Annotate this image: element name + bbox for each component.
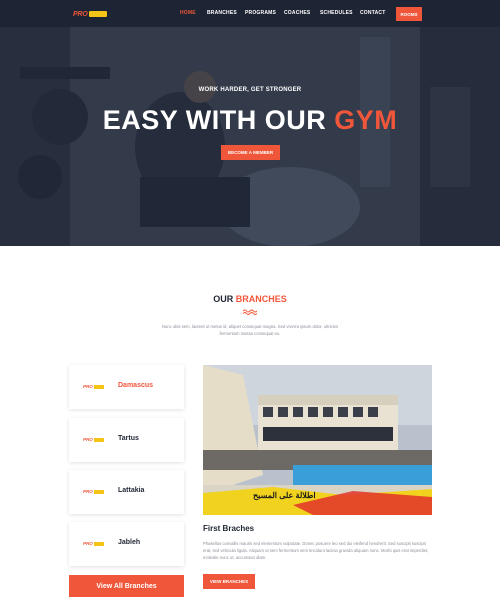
branch-logo-text: PRO <box>83 489 93 494</box>
photo-caption: اطلالة على المسبح <box>253 491 316 500</box>
branches-description: Nunc ubis sem, laoreet ut metus id, aliq… <box>161 324 339 336</box>
branch-detail-description: Phasellus convallis mauris sed elementum… <box>203 541 429 560</box>
logo-text: PRO <box>73 10 88 18</box>
branch-logo: PRO <box>83 437 104 442</box>
branch-building-image <box>203 365 432 515</box>
branch-name: Tartus <box>118 435 139 442</box>
branch-card-lattakia[interactable]: PRO Lattakia <box>69 470 184 514</box>
branch-logo-text: PRO <box>83 384 93 389</box>
nav-home[interactable]: HOME <box>180 10 196 16</box>
nav-coaches[interactable]: COACHES <box>284 10 310 16</box>
branch-name: Lattakia <box>118 487 145 494</box>
branch-card-damascus[interactable]: PRO Damascus <box>69 365 184 409</box>
hero-section: WORK HARDER, GET STRONGER EASY WITH OUR … <box>0 27 500 246</box>
branch-photo: اطلالة على المسبح <box>203 365 432 515</box>
branches-section-title: OUR BRANCHES <box>0 294 500 304</box>
site-logo[interactable]: PRO <box>73 10 111 18</box>
nav-programs[interactable]: PROGRAMS <box>245 10 276 16</box>
branches-title-main: OUR <box>213 294 236 304</box>
hero-title-main: EASY WITH OUR <box>102 105 335 135</box>
branch-logo: PRO <box>83 541 104 546</box>
branch-name: Jableh <box>118 539 141 546</box>
branch-name: Damascus <box>118 382 154 389</box>
view-all-branches-button[interactable]: View All Branches <box>69 575 184 597</box>
nav-schedules[interactable]: SCHEDULES <box>320 10 353 16</box>
branch-logo: PRO <box>83 489 104 494</box>
branch-logo-text: PRO <box>83 541 93 546</box>
nav-branches[interactable]: BRANCHES <box>207 10 237 16</box>
hero-title-accent: GYM <box>334 105 398 135</box>
branch-card-tartus[interactable]: PRO Tartus <box>69 418 184 462</box>
branch-logo-text: PRO <box>83 437 93 442</box>
nav-rooms-button[interactable]: ROOMS <box>396 7 422 21</box>
branch-card-jableh[interactable]: PRO Jableh <box>69 522 184 566</box>
become-member-button[interactable]: BECOME A MEMBER <box>221 145 280 160</box>
hero-subtitle: WORK HARDER, GET STRONGER <box>198 87 302 93</box>
hero-overlay <box>0 27 500 246</box>
branch-logo-badge <box>93 489 104 494</box>
branches-title-accent: BRANCHES <box>235 294 287 304</box>
nav-contact[interactable]: CONTACT <box>360 10 385 16</box>
wave-divider-icon <box>243 309 257 315</box>
hero-title: EASY WITH OUR GYM <box>0 105 500 136</box>
branch-logo-badge <box>93 384 104 389</box>
branch-logo-badge <box>93 437 104 442</box>
top-navbar: PRO HOME BRANCHES PROGRAMS COACHES SCHED… <box>0 0 500 27</box>
branch-logo-badge <box>93 541 104 546</box>
view-branches-button[interactable]: VIEW BRANCHES <box>203 574 255 589</box>
branch-detail-title: First Braches <box>203 524 255 533</box>
logo-badge <box>88 11 107 17</box>
branch-logo: PRO <box>83 384 104 389</box>
